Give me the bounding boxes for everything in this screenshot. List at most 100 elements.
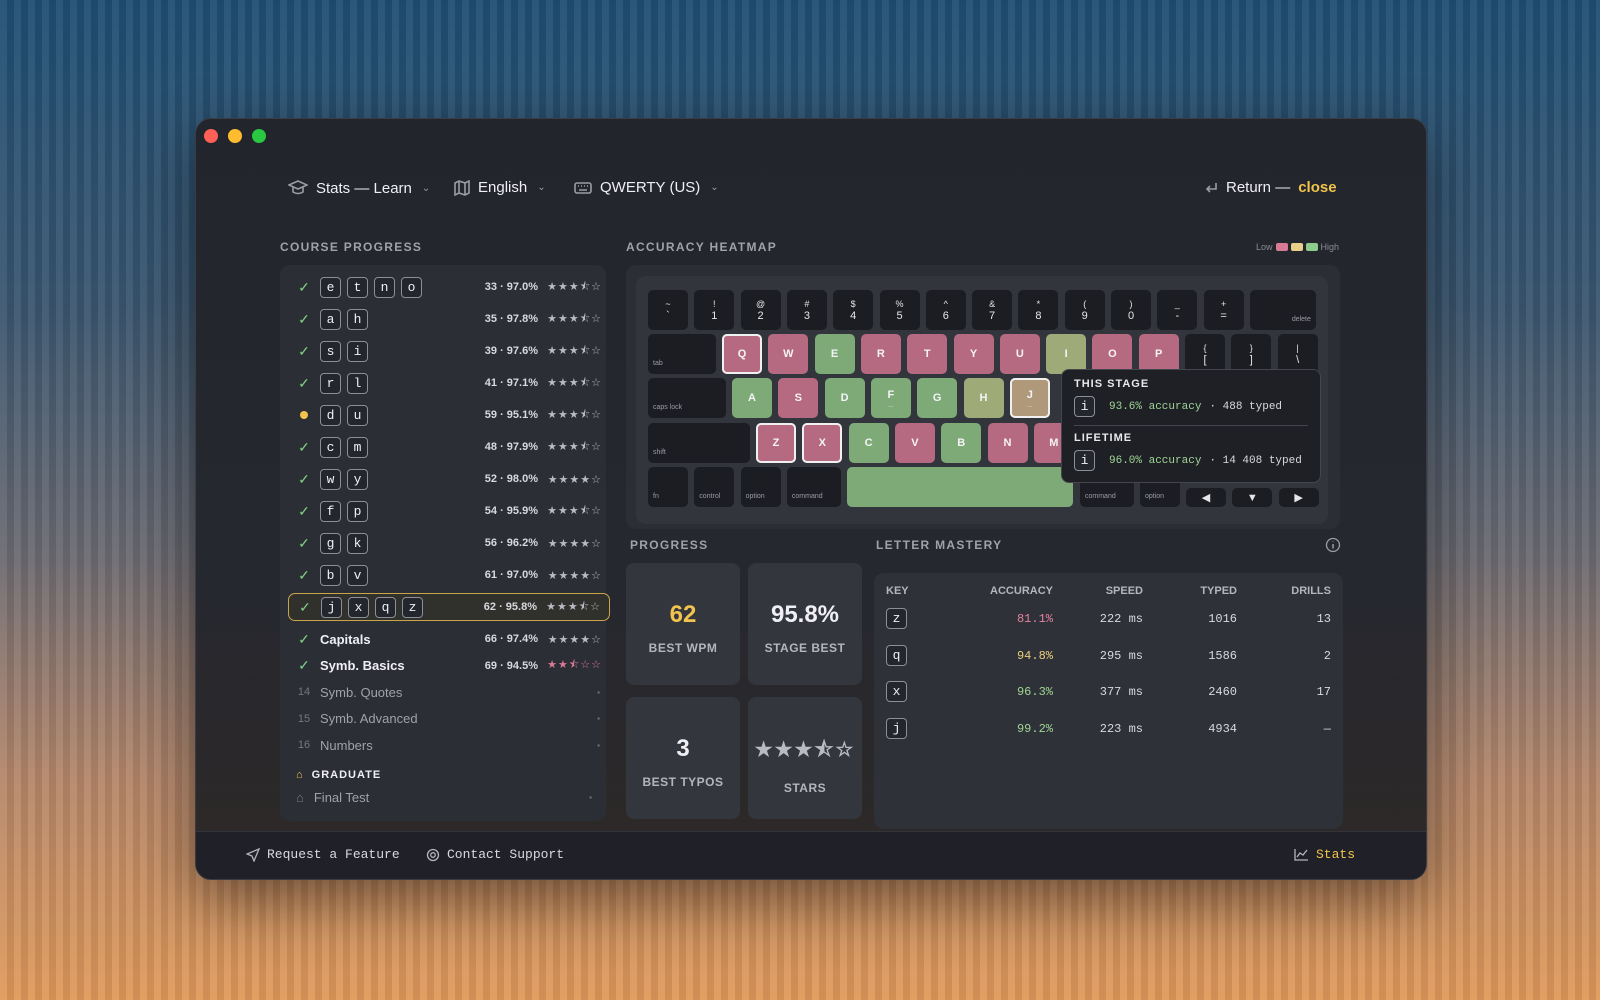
number-key[interactable]: ~ ` (648, 290, 688, 330)
command-key[interactable]: command (786, 467, 841, 507)
option-key[interactable]: option (740, 467, 781, 507)
course-row[interactable]: ✓ a h 35 · 97.8% ★★★⯪☆ (288, 305, 610, 333)
number-key[interactable]: % 5 (879, 290, 920, 330)
key-cap: z (402, 596, 423, 618)
speed-cell: 222 ms (1099, 612, 1143, 626)
number-key[interactable]: $4 (833, 290, 874, 330)
key-shift-glyph: ! (713, 299, 716, 309)
shift-key[interactable]: shift (648, 423, 750, 463)
table-header-speed[interactable]: SPEED (1106, 585, 1143, 597)
caps-lock-key[interactable]: caps lock (648, 378, 726, 418)
number-key[interactable]: _ - (1157, 290, 1198, 330)
letter-key-f[interactable]: F _ (870, 378, 911, 418)
course-row[interactable]: ✓ g k 56 · 96.2% ★★★★☆ (288, 529, 610, 557)
course-row[interactable]: ✓ Capitals 66 · 97.4% ★★★★☆ (288, 625, 610, 653)
letter-key-s[interactable]: S (778, 378, 819, 418)
letter-key-t[interactable]: T (907, 334, 948, 374)
number-key[interactable]: & 7 (972, 290, 1013, 330)
letter-key-c[interactable]: C (848, 423, 889, 463)
typed-cell: 1586 (1208, 648, 1237, 663)
letter-key-b[interactable]: B (941, 423, 982, 463)
course-progress-panel: ✓ e t n o 33 · 97.0% ★★★⯪☆ ✓ a h 35 · 97.8% ★★★⯪☆ ✓ s… (280, 265, 610, 821)
mode-menu[interactable]: Stats — Learn ⌄ (288, 179, 430, 197)
table-header-accuracy[interactable]: ACCURACY (990, 585, 1053, 597)
info-icon[interactable] (1325, 537, 1341, 553)
table-header-key[interactable]: KEY (886, 585, 909, 597)
number-key[interactable]: * 8 (1018, 290, 1059, 330)
number-key[interactable]: (9 (1064, 290, 1105, 330)
key-cap: n (374, 276, 395, 298)
number-key[interactable]: ^ 6 (925, 290, 966, 330)
arrow-key[interactable]: ◀ (1186, 488, 1226, 507)
language-menu[interactable]: English ⌄ (454, 179, 546, 196)
letter-key-d[interactable]: D (824, 378, 865, 418)
letter-key-v[interactable]: V (894, 423, 935, 463)
number-key[interactable]: ! 1 (694, 290, 735, 330)
course-row[interactable]: ✓ b v 61 · 97.0% ★★★★☆ (288, 561, 610, 589)
layout-menu[interactable]: QWERTY (US) ⌄ (574, 179, 719, 196)
course-row[interactable]: ✓ e t n o 33 · 97.0% ★★★⯪☆ (288, 273, 610, 301)
letter-key-p[interactable]: P (1138, 334, 1179, 374)
letter-key-r[interactable]: R (860, 334, 901, 374)
letter-key-w[interactable]: W (768, 334, 809, 374)
stars-card: ★★★⯪☆ STARS (748, 697, 862, 819)
letter-key-j[interactable]: J _ (1009, 378, 1050, 418)
arrow-key[interactable]: ▶ (1278, 488, 1319, 507)
course-row[interactable]: ✓ r l 41 · 97.1% ★★★⯪☆ (288, 369, 610, 397)
course-row[interactable]: ✓ f p 54 · 95.9% ★★★⯪☆ (288, 497, 610, 525)
letter-key-g[interactable]: G (917, 378, 958, 418)
table-row[interactable]: j 99.2% 223 ms 4934 — (874, 716, 1343, 742)
key-cap: k (347, 532, 368, 554)
fn-key[interactable]: fn (648, 467, 688, 507)
letter-key-y[interactable]: Y (953, 334, 994, 374)
zoom-window-button[interactable] (252, 129, 266, 143)
star-rating: ★★★⯪☆ (547, 504, 602, 517)
course-row[interactable]: d u 59 · 95.1% ★★★⯪☆ (288, 401, 610, 429)
minimize-window-button[interactable] (228, 129, 242, 143)
letter-key-u[interactable]: U (999, 334, 1040, 374)
request-feature-link[interactable]: Request a Feature (246, 847, 400, 862)
contact-support-link[interactable]: Contact Support (426, 847, 564, 862)
delete-key[interactable]: delete (1249, 290, 1316, 330)
letter-key-n[interactable]: N (987, 423, 1028, 463)
bracket-key[interactable]: | \ (1277, 334, 1318, 374)
return-close-button[interactable]: Return — close (1204, 179, 1337, 196)
bracket-key[interactable]: {[ (1185, 334, 1225, 374)
letter-key-o[interactable]: O (1092, 334, 1133, 374)
space-key[interactable] (846, 467, 1073, 507)
letter-key-q[interactable]: Q (722, 334, 762, 374)
letter-key-x[interactable]: X (802, 423, 843, 463)
tab-key[interactable]: tab (648, 334, 716, 374)
lesson-score: 59 · 95.1% (484, 409, 538, 421)
table-row[interactable]: x 96.3% 377 ms 2460 17 (874, 679, 1343, 705)
key-glyph: 3 (803, 310, 810, 322)
letter-key-a[interactable]: A (732, 378, 772, 418)
letter-key-z[interactable]: Z (756, 423, 796, 463)
stats-label: Stats (1316, 847, 1356, 862)
number-key[interactable]: + = (1203, 290, 1244, 330)
bracket-key[interactable]: }] (1231, 334, 1272, 374)
table-header-drills[interactable]: DRILLS (1291, 585, 1331, 597)
arrow-key[interactable]: ▼ (1232, 488, 1273, 507)
table-row[interactable]: q 94.8% 295 ms 1586 2 (874, 643, 1343, 669)
lesson-number: 16 (297, 739, 311, 751)
lesson-score: 61 · 97.0% (484, 569, 538, 581)
letter-key-i[interactable]: I (1046, 334, 1087, 374)
number-key[interactable]: ) 0 (1111, 290, 1151, 330)
key-cap: v (347, 564, 368, 586)
course-row[interactable]: ✓ j x q z 62 · 95.8% ★★★⯪☆ (288, 593, 610, 621)
close-window-button[interactable] (204, 129, 218, 143)
final-test-row: ⌂ Final Test ▪ (296, 790, 596, 805)
course-row[interactable]: ✓ c m 48 · 97.9% ★★★⯪☆ (288, 433, 610, 461)
letter-key-e[interactable]: E (814, 334, 855, 374)
stats-link[interactable]: Stats (1294, 847, 1355, 862)
control-key[interactable]: control (694, 467, 735, 507)
table-header-typed[interactable]: TYPED (1200, 585, 1237, 597)
letter-key-h[interactable]: H (963, 378, 1004, 418)
table-row[interactable]: z 81.1% 222 ms 1016 13 (874, 606, 1343, 632)
course-row[interactable]: ✓ w y 52 · 98.0% ★★★★☆ (288, 465, 610, 493)
course-row[interactable]: ✓ Symb. Basics 69 · 94.5% ★★⯪☆☆ (288, 652, 610, 680)
course-row[interactable]: ✓ s i 39 · 97.6% ★★★⯪☆ (288, 337, 610, 365)
number-key[interactable]: @2 (740, 290, 781, 330)
number-key[interactable]: #3 (786, 290, 827, 330)
